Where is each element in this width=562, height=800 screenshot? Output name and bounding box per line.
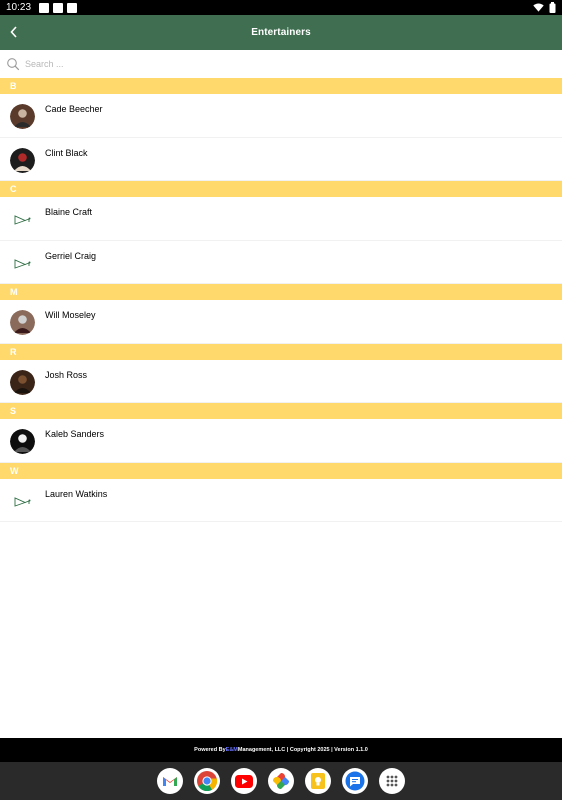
- gmail-icon[interactable]: [157, 768, 183, 794]
- avatar: [10, 147, 35, 173]
- status-time: 10:23: [6, 2, 32, 13]
- messages-icon[interactable]: [342, 768, 368, 794]
- avatar: [10, 104, 35, 129]
- entertainer-name: Kaleb Sanders: [45, 429, 105, 439]
- entertainer-row[interactable]: Gerriel Craig: [0, 241, 562, 284]
- entertainer-name: Gerriel Craig: [45, 250, 97, 261]
- status-icons: [533, 2, 556, 13]
- entertainer-name: Will Moseley: [45, 310, 96, 320]
- search-icon: [6, 57, 20, 71]
- entertainer-name: Clint Black: [45, 147, 88, 158]
- notification-icon: [39, 2, 50, 13]
- notification-icon: [53, 2, 64, 13]
- placeholder-avatar-icon: [10, 489, 35, 514]
- section-header: M: [0, 284, 562, 300]
- notification-icon: [67, 2, 78, 13]
- section-header: S: [0, 403, 562, 419]
- photos-icon[interactable]: [268, 768, 294, 794]
- entertainer-row[interactable]: Cade Beecher: [0, 94, 562, 138]
- battery-icon: [549, 2, 556, 13]
- entertainer-row[interactable]: Blaine Craft: [0, 197, 562, 241]
- search-bar[interactable]: [0, 52, 562, 76]
- entertainer-row[interactable]: Josh Ross: [0, 360, 562, 403]
- entertainer-list: B Cade Beecher Clint Black C Blaine Craft Ger…: [0, 78, 562, 522]
- footer-brand: E&M: [225, 747, 238, 753]
- footer: Powered By E&M Management, LLC | Copyrig…: [0, 738, 562, 762]
- entertainer-name: Blaine Craft: [45, 207, 93, 217]
- entertainer-name: Lauren Watkins: [45, 488, 108, 499]
- section-header: B: [0, 78, 562, 94]
- wifi-icon: [533, 3, 544, 12]
- entertainer-row[interactable]: Will Moseley: [0, 300, 562, 344]
- app-drawer-icon[interactable]: [379, 768, 405, 794]
- back-button[interactable]: [4, 22, 24, 42]
- section-header: R: [0, 343, 562, 360]
- chrome-icon[interactable]: [194, 768, 220, 794]
- app-header: Entertainers: [0, 15, 562, 50]
- back-arrow-icon: [10, 26, 17, 38]
- footer-prefix: Powered By: [194, 747, 226, 753]
- search-input[interactable]: [25, 59, 325, 69]
- entertainer-row[interactable]: Clint Black: [0, 138, 562, 181]
- avatar: [10, 369, 35, 395]
- screen: 10:23 Entertainers B Cade Beecher Clint Bl…: [0, 0, 562, 800]
- entertainer-row[interactable]: Kaleb Sanders: [0, 419, 562, 463]
- entertainer-row[interactable]: Lauren Watkins: [0, 479, 562, 522]
- dock: [0, 762, 562, 800]
- placeholder-avatar-icon: [10, 251, 35, 276]
- placeholder-avatar-icon: [10, 207, 35, 232]
- entertainer-name: Cade Beecher: [45, 104, 103, 114]
- avatar: [10, 429, 35, 454]
- section-header: W: [0, 462, 562, 479]
- keep-icon[interactable]: [305, 768, 331, 794]
- status-bar: 10:23: [0, 0, 562, 15]
- youtube-icon[interactable]: [231, 768, 257, 794]
- page-title: Entertainers: [251, 27, 311, 38]
- footer-suffix: Management, LLC | Copyright 2025 | Versi…: [237, 747, 368, 753]
- section-header: C: [0, 181, 562, 197]
- avatar: [10, 310, 35, 335]
- entertainer-name: Josh Ross: [45, 369, 88, 380]
